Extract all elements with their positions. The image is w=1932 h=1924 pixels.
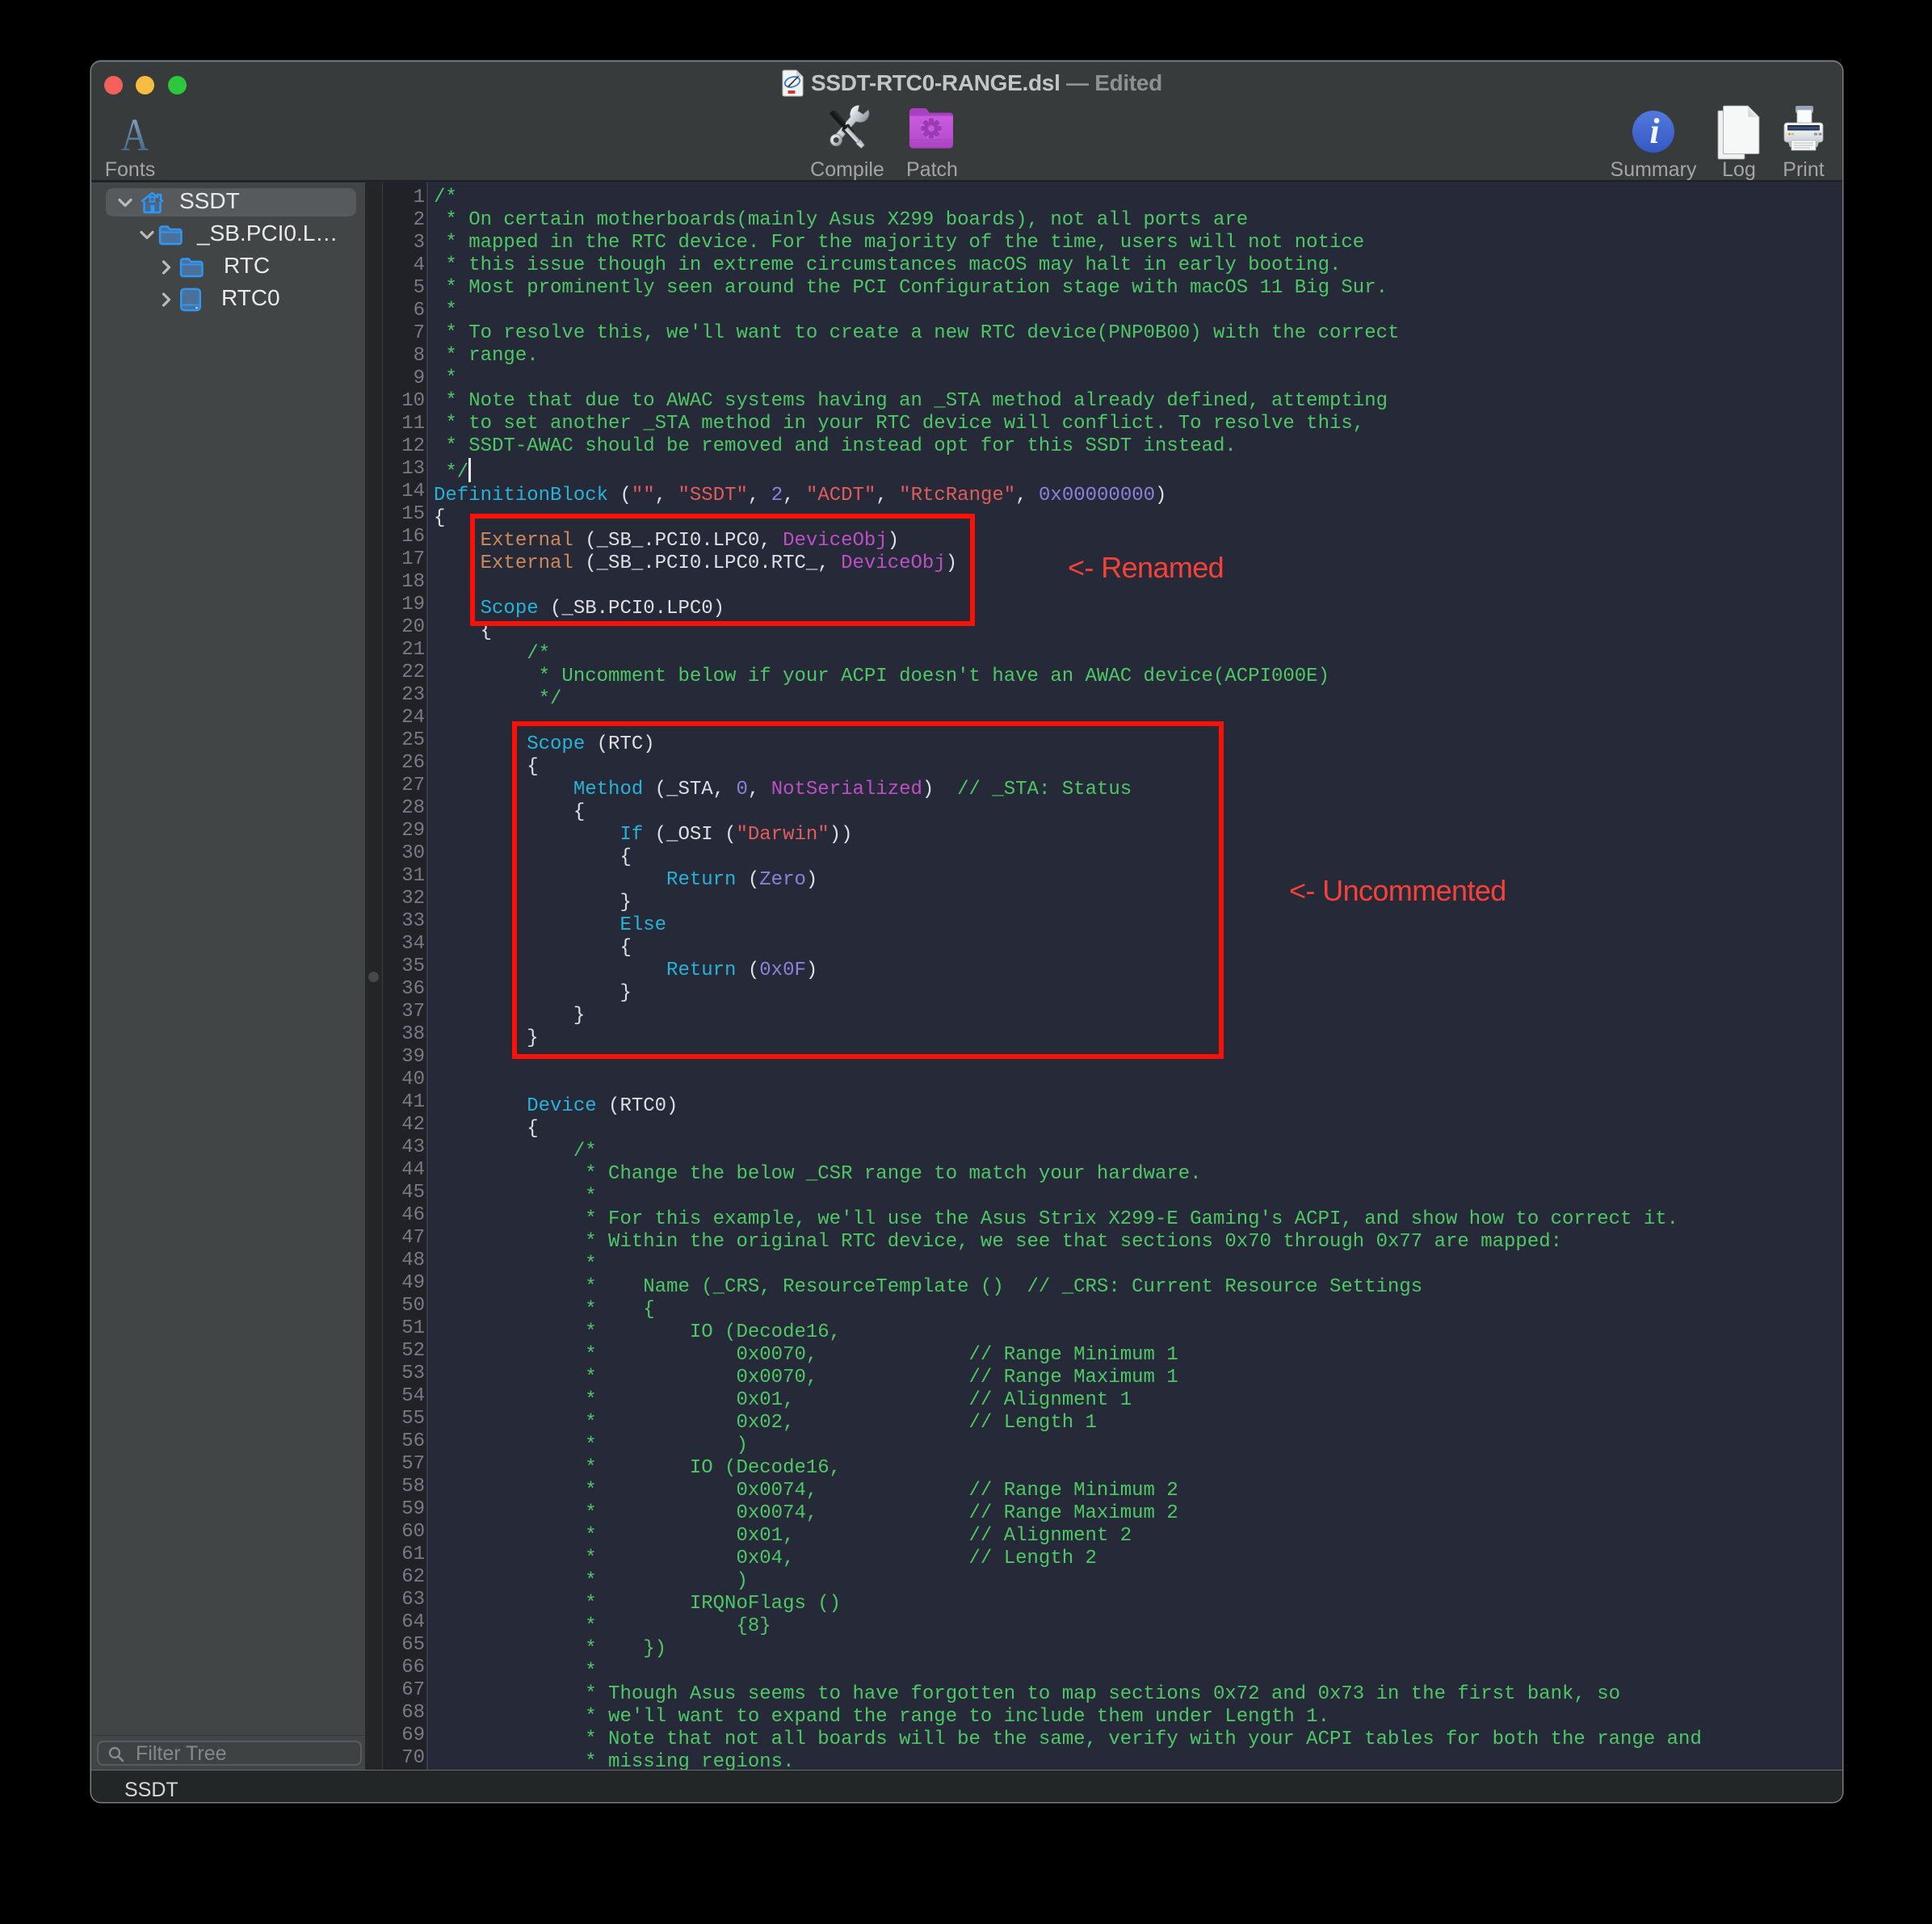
svg-text:A: A xyxy=(121,110,149,157)
svg-text:i: i xyxy=(1649,111,1660,151)
